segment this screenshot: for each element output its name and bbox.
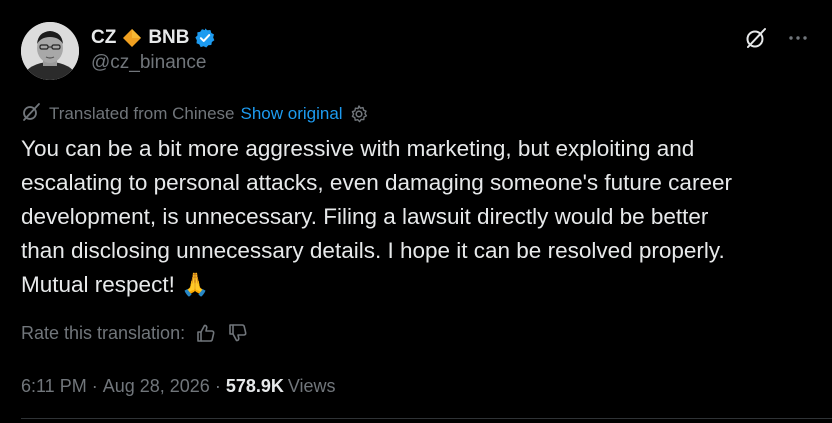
separator: · bbox=[91, 375, 98, 396]
translate-icon bbox=[21, 102, 41, 127]
tweet-line: Mutual respect! 🙏 bbox=[21, 272, 210, 297]
gear-icon[interactable] bbox=[349, 104, 369, 124]
tweet-text: You can be a bit more aggressive with ma… bbox=[21, 132, 811, 302]
translated-label: Translated from Chinese bbox=[49, 104, 235, 123]
avatar-photo bbox=[21, 22, 79, 80]
display-name-prefix: CZ bbox=[91, 27, 117, 48]
orange-diamond-icon bbox=[122, 28, 142, 48]
divider bbox=[21, 418, 832, 419]
author-handle[interactable]: @cz_binance bbox=[91, 52, 206, 74]
tweet-meta: 6:11 PM · Aug 28, 2026 · 578.9K Views bbox=[21, 373, 336, 399]
rate-label: Rate this translation: bbox=[21, 322, 186, 343]
tweet-line: than disclosing unnecessary details. I h… bbox=[21, 238, 725, 263]
more-icon[interactable] bbox=[784, 24, 812, 52]
thumbs-down-icon[interactable] bbox=[227, 322, 249, 344]
views-label: Views bbox=[287, 375, 336, 396]
tweet-line: development, is unnecessary. Filing a la… bbox=[21, 204, 709, 229]
tweet-date[interactable]: Aug 28, 2026 bbox=[103, 376, 210, 397]
rate-translation: Rate this translation: bbox=[21, 320, 249, 346]
verified-badge-icon bbox=[194, 27, 216, 49]
avatar[interactable] bbox=[21, 22, 79, 80]
separator: · bbox=[214, 375, 221, 396]
thumbs-up-icon[interactable] bbox=[195, 322, 217, 344]
grok-icon[interactable] bbox=[742, 24, 770, 52]
display-name[interactable]: CZ BNB bbox=[91, 25, 216, 51]
tweet-time[interactable]: 6:11 PM bbox=[21, 376, 87, 397]
display-name-suffix: BNB bbox=[148, 27, 190, 48]
tweet-actions-top bbox=[742, 24, 812, 52]
tweet-line: You can be a bit more aggressive with ma… bbox=[21, 136, 695, 161]
tweet-line: escalating to personal attacks, even dam… bbox=[21, 170, 732, 195]
views-count: 578.9K bbox=[225, 375, 284, 396]
show-original-link[interactable]: Show original bbox=[241, 104, 343, 124]
translation-info: Translated from Chinese Show original bbox=[21, 102, 369, 127]
